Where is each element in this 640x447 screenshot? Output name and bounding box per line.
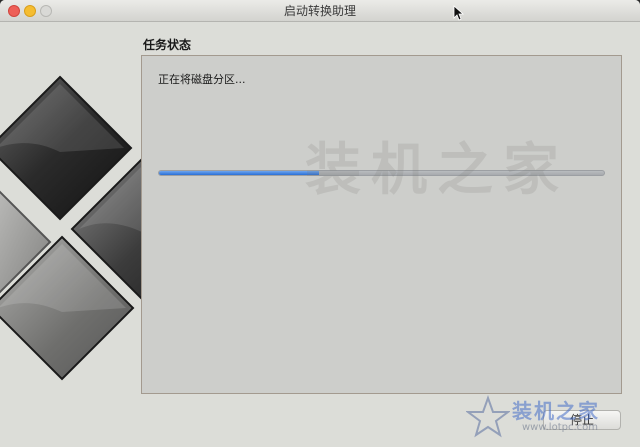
watermark-large: 装机之家 — [305, 138, 569, 203]
title-bar[interactable]: 启动转换助理 — [0, 0, 640, 22]
boot-camp-window: 启动转换助理 任务状态 正在将磁盘分区... 装机之家 停止 装机之家 www.… — [0, 0, 640, 447]
arrow-cursor-icon — [453, 5, 465, 21]
window-title: 启动转换助理 — [283, 4, 356, 18]
watermark-corner: 装机之家 www.lotpc.com — [466, 393, 636, 445]
watermark-corner-text: 装机之家 — [512, 399, 600, 423]
star-icon — [466, 395, 510, 438]
task-status-panel: 正在将磁盘分区... — [141, 55, 622, 394]
section-title: 任务状态 — [143, 38, 192, 52]
progress-fill — [159, 171, 320, 175]
status-text: 正在将磁盘分区... — [158, 73, 246, 86]
watermark-url: www.lotpc.com — [522, 422, 598, 433]
